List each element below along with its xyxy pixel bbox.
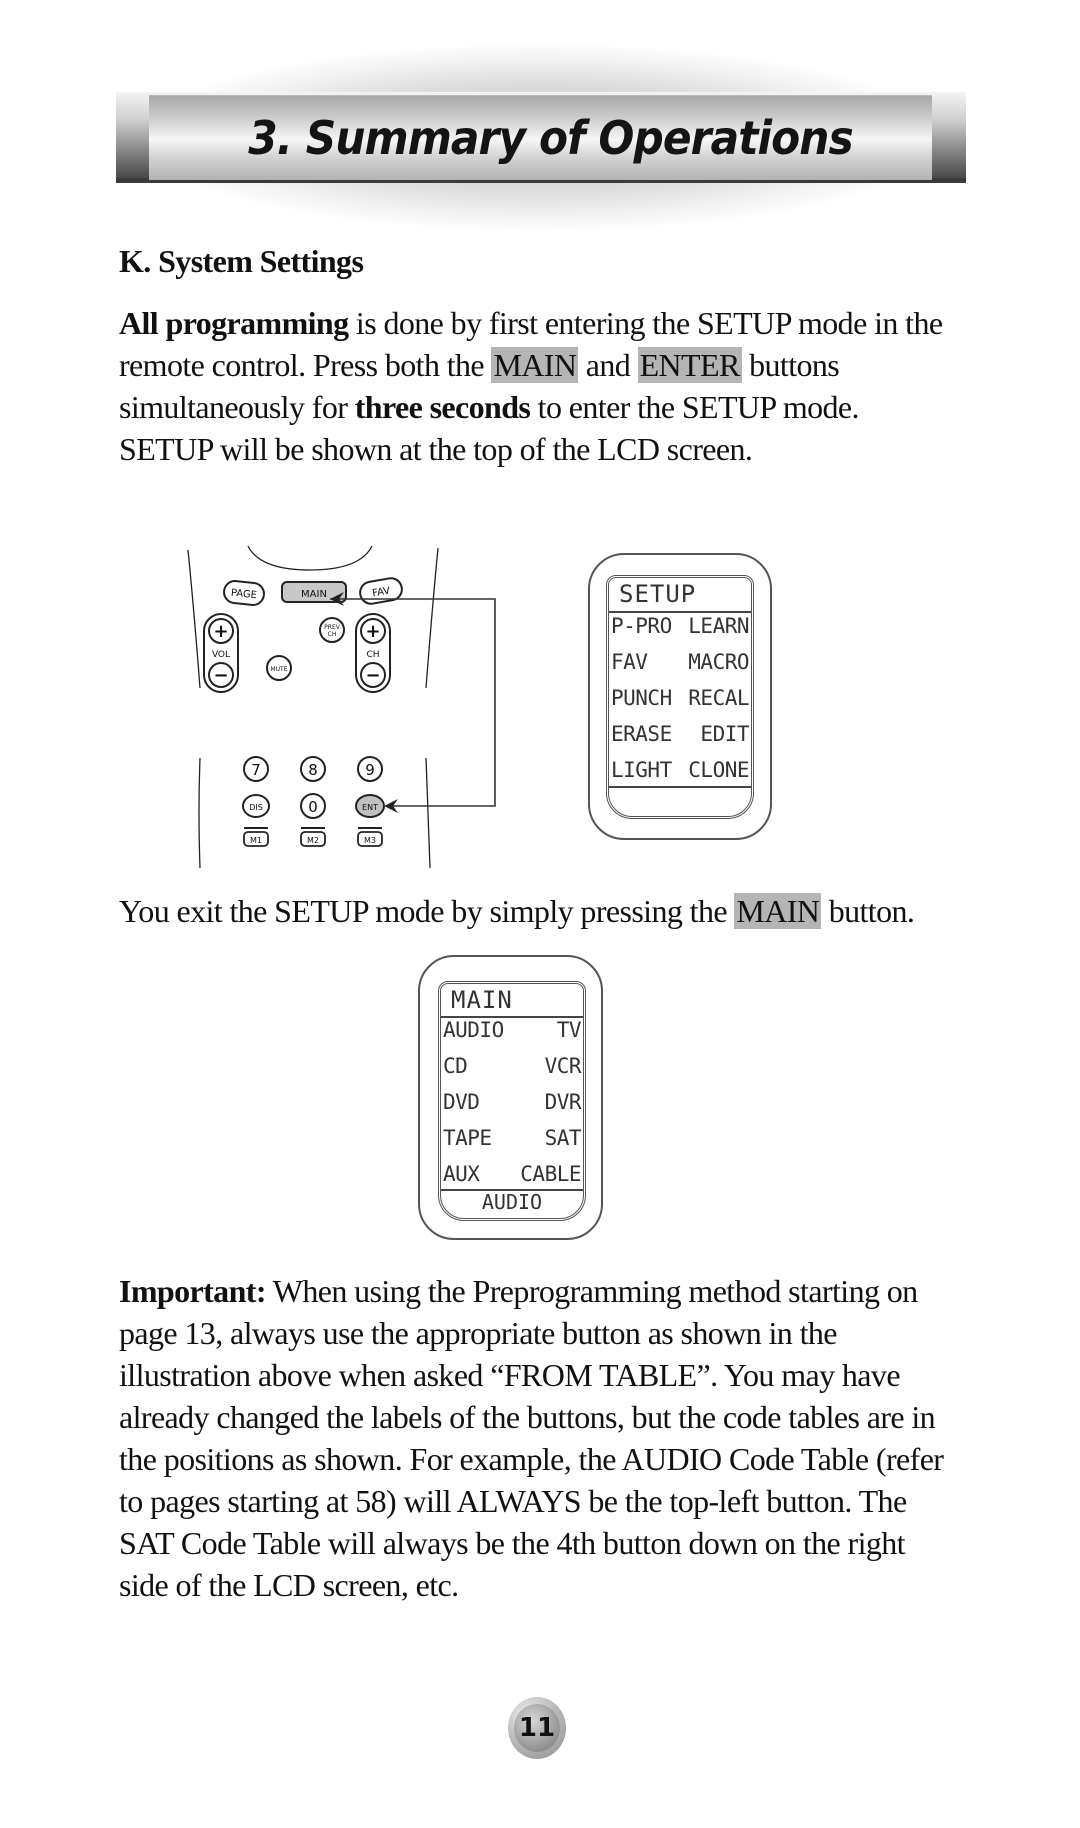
dis-button[interactable]: DIS (242, 794, 270, 818)
svg-text:−: − (213, 665, 228, 686)
svg-text:M1: M1 (250, 836, 262, 845)
remote-top-curve (247, 545, 373, 571)
bold-lead: All programming (119, 305, 349, 341)
lcd-key-left[interactable]: AUX (443, 1162, 480, 1186)
lcd-row: TAPE SAT (443, 1126, 582, 1150)
highlight-main: MAIN (491, 347, 579, 383)
m3-button[interactable]: M3 (357, 827, 383, 847)
svg-text:CH: CH (328, 631, 337, 638)
lcd-key-left[interactable]: CD (443, 1054, 468, 1078)
channel-rocker[interactable]: + − CH (355, 613, 391, 693)
chapter-banner: 3. Summary of Operations (149, 95, 932, 180)
lcd-key-left[interactable]: AUDIO (443, 1018, 504, 1042)
svg-text:+: + (213, 621, 228, 642)
bold-three-seconds: three seconds (354, 389, 531, 425)
chapter-title: 3. Summary of Operations (248, 111, 853, 165)
lcd-current-device: AUDIO (481, 1190, 543, 1214)
lcd-key-left[interactable]: P-PRO (611, 614, 672, 638)
lcd-row: ERASE EDIT (611, 722, 749, 746)
lcd-key-left[interactable]: FAV (611, 650, 648, 674)
lcd-key-left[interactable]: DVD (443, 1090, 480, 1114)
lcd-row: AUX CABLE (443, 1162, 581, 1186)
svg-text:DIS: DIS (249, 803, 263, 812)
remote-body-left-upper (187, 549, 201, 689)
mute-button[interactable]: MUTE (266, 655, 292, 681)
highlight-enter: ENTER (637, 347, 742, 383)
text: button. (821, 893, 915, 929)
lcd-row: FAV MACRO (611, 650, 749, 674)
m1-button[interactable]: M1 (243, 827, 269, 847)
lcd-divider (609, 786, 751, 788)
page-button[interactable]: PAGE (223, 580, 265, 606)
important-paragraph: Important: When using the Preprogramming… (119, 1270, 959, 1606)
remote-body-right-upper (425, 547, 439, 689)
page-number-badge: 11 (508, 1697, 566, 1759)
svg-text:M3: M3 (364, 836, 376, 845)
exit-paragraph: You exit the SETUP mode by simply pressi… (119, 890, 959, 932)
digit-0-button[interactable]: 0 (300, 793, 326, 819)
lcd-title: MAIN (451, 986, 513, 1014)
digit-9-button[interactable]: 9 (357, 756, 383, 782)
setup-lcd-screen: SETUP P-PRO LEARN FAV MACRO PUNCH RECAL … (588, 553, 772, 840)
page-number: 11 (514, 1704, 560, 1752)
lcd-key-left[interactable]: TAPE (443, 1126, 492, 1150)
remote-body-left-lower (198, 757, 201, 869)
enter-button[interactable]: ENT (355, 794, 385, 818)
lcd-key-right[interactable]: TV (557, 1018, 582, 1042)
svg-text:8: 8 (308, 761, 318, 779)
svg-text:CH: CH (366, 650, 379, 660)
svg-text:7: 7 (251, 761, 261, 779)
lcd-key-right[interactable]: SAT (545, 1126, 582, 1150)
lcd-row: PUNCH RECAL (611, 686, 749, 710)
lcd-display: SETUP P-PRO LEARN FAV MACRO PUNCH RECAL … (606, 575, 754, 819)
text: and (578, 347, 638, 383)
lcd-title: SETUP (619, 580, 697, 608)
lcd-key-left[interactable]: PUNCH (611, 686, 672, 710)
lcd-row: P-PRO LEARN (611, 614, 749, 638)
svg-text:+: + (365, 621, 380, 642)
fav-button[interactable]: FAV (358, 577, 403, 606)
svg-text:0: 0 (308, 798, 318, 816)
main-lcd-screen: MAIN AUDIO TV CD VCR DVD DVR TAPE SAT AU… (418, 955, 603, 1240)
highlight-main: MAIN (734, 893, 822, 929)
important-label: Important: (119, 1273, 266, 1309)
lcd-display: MAIN AUDIO TV CD VCR DVD DVR TAPE SAT AU… (438, 981, 586, 1221)
lcd-row: AUDIO TV (443, 1018, 582, 1042)
lcd-key-right[interactable]: CLONE (688, 758, 749, 782)
prev-ch-button[interactable]: PREV CH (319, 617, 345, 643)
lcd-key-right[interactable]: CABLE (520, 1162, 581, 1186)
lcd-key-left[interactable]: ERASE (611, 722, 672, 746)
remote-illustration: PAGE MAIN FAV + − VOL PREV CH MUTE + − C… (187, 545, 496, 869)
text: When using the Preprogramming method sta… (119, 1273, 944, 1603)
lcd-divider (609, 611, 751, 613)
svg-text:−: − (365, 665, 380, 686)
volume-rocker[interactable]: + − VOL (203, 613, 239, 693)
lcd-key-right[interactable]: MACRO (688, 650, 749, 674)
lcd-row: DVD DVR (443, 1090, 582, 1114)
lcd-key-right[interactable]: EDIT (700, 722, 749, 746)
svg-text:MUTE: MUTE (270, 666, 287, 673)
svg-text:9: 9 (365, 761, 375, 779)
text: You exit the SETUP mode by simply pressi… (119, 893, 735, 929)
lcd-row: LIGHT CLONE (611, 758, 749, 782)
digit-8-button[interactable]: 8 (300, 756, 326, 782)
lcd-key-right[interactable]: DVR (545, 1090, 582, 1114)
lcd-key-right[interactable]: VCR (545, 1054, 582, 1078)
lcd-key-right[interactable]: LEARN (688, 614, 749, 638)
lcd-key-left[interactable]: LIGHT (611, 758, 672, 782)
remote-body-right-lower (425, 757, 431, 869)
lcd-row: CD VCR (443, 1054, 582, 1078)
svg-text:M2: M2 (307, 836, 319, 845)
connector-arrow (330, 598, 496, 807)
svg-text:VOL: VOL (212, 650, 230, 660)
section-heading: K. System Settings (119, 243, 364, 279)
digit-7-button[interactable]: 7 (243, 756, 269, 782)
m2-button[interactable]: M2 (300, 827, 326, 847)
intro-paragraph: All programming is done by first enterin… (119, 302, 959, 470)
lcd-key-right[interactable]: RECAL (688, 686, 749, 710)
svg-text:MAIN: MAIN (301, 589, 327, 600)
svg-text:ENT: ENT (362, 803, 378, 812)
svg-text:PREV: PREV (324, 624, 341, 631)
